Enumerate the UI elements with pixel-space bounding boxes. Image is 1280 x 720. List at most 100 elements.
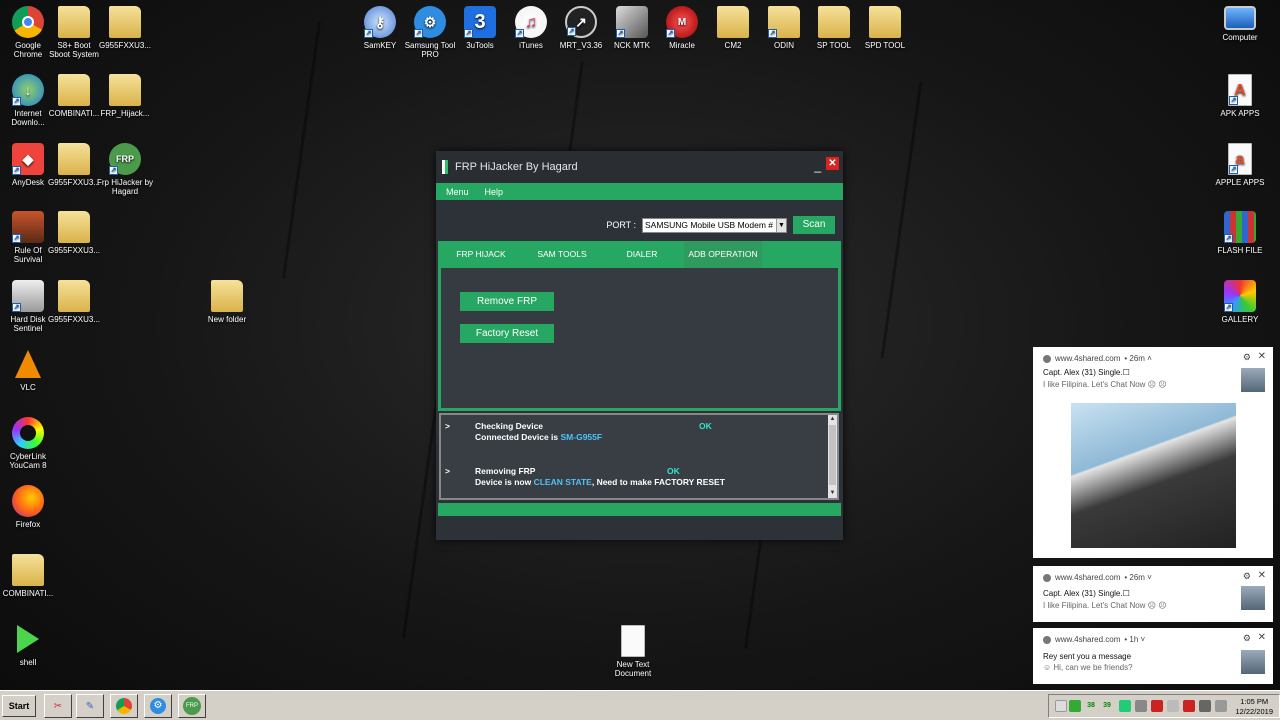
desktop-icon-miracle[interactable]: M ↗ Miracle xyxy=(654,6,710,50)
network-icon[interactable] xyxy=(1135,700,1147,712)
flash-file-icon: ↗ xyxy=(1224,211,1256,243)
desktop-icon-frp-hijack-folder[interactable]: FRP_Hijack... xyxy=(97,74,153,118)
desktop-icon-frp-hijacker[interactable]: FRP ↗ Frp HiJacker by Hagard xyxy=(97,143,153,196)
desktop-icon-itunes[interactable]: ♫ ↗ iTunes xyxy=(503,6,559,50)
taskbar-app-chrome[interactable] xyxy=(110,694,138,718)
monitor-icon[interactable] xyxy=(1215,700,1227,712)
gear-icon: ⚙ ↗ xyxy=(414,6,446,38)
window-titlebar[interactable]: FRP HiJacker By Hagard _ ✕ xyxy=(436,151,843,183)
desktop-icon-s8boot[interactable]: S8+ Boot Sboot System xyxy=(46,6,102,59)
desktop-icon-new-folder[interactable]: New folder xyxy=(199,280,255,324)
desktop-icon-g955-2[interactable]: G955FXXU3... xyxy=(46,143,102,187)
desktop-icon-label: G955FXXU3... xyxy=(47,178,101,187)
close-icon[interactable]: ✕ xyxy=(1258,632,1266,643)
log-output[interactable]: > Checking Device OK Connected Device is… xyxy=(439,413,839,500)
notification-source: www.4shared.com • 1h ˅ xyxy=(1043,635,1145,644)
taskbar-app-paint[interactable]: ✎ xyxy=(76,694,104,718)
dongle-icon: ↗ xyxy=(616,6,648,38)
desktop-icon-mrt[interactable]: ↗ ↗ MRT_V3.36 xyxy=(553,6,609,50)
close-icon[interactable]: ✕ xyxy=(1258,570,1266,581)
gear-icon[interactable]: ⚙ xyxy=(1243,352,1251,363)
device-state: CLEAN STATE xyxy=(533,477,592,487)
notification-card[interactable]: www.4shared.com • 26m ˅ ⚙ ✕ Capt. Alex (3… xyxy=(1033,566,1273,622)
volume-icon[interactable] xyxy=(1167,700,1179,712)
desktop-icon-nck-mtk[interactable]: ↗ NCK MTK xyxy=(604,6,660,50)
scrollbar-thumb[interactable] xyxy=(829,425,836,485)
notification-title: Capt. Alex (31) Single.☐ xyxy=(1043,368,1130,377)
close-icon[interactable]: ✕ xyxy=(1258,351,1266,362)
desktop-icon-firefox[interactable]: Firefox xyxy=(0,485,56,529)
desktop-icon-label: shell xyxy=(19,658,37,667)
scan-button[interactable]: Scan xyxy=(793,216,835,234)
desktop-icon-samkey[interactable]: ⚷ ↗ SamKEY xyxy=(352,6,408,50)
desktop-icon-label: Internet Downlo... xyxy=(11,109,45,127)
desktop-icon-3utools[interactable]: 3 ↗ 3uTools xyxy=(452,6,508,50)
desktop-icon-new-text-document[interactable]: New Text Document xyxy=(605,625,661,678)
play-arrow-icon xyxy=(12,623,44,655)
desktop-icon-label: Samsung Tool PRO xyxy=(404,41,456,59)
log-prompt: > xyxy=(445,421,450,431)
desktop-icon-g955-1[interactable]: G955FXXU3... xyxy=(97,6,153,50)
chevron-down-icon[interactable]: ▼ xyxy=(828,489,837,498)
remove-frp-button[interactable]: Remove FRP xyxy=(460,292,554,311)
usb-icon[interactable] xyxy=(1199,700,1211,712)
notification-image xyxy=(1071,403,1236,548)
port-select[interactable]: SAMSUNG Mobile USB Modem # ▼ xyxy=(642,217,787,233)
desktop-icon-youcam[interactable]: CyberLink YouCam 8 xyxy=(0,417,56,470)
taskbar-app-snipping[interactable]: ✂ xyxy=(44,694,72,718)
tab-sam-tools[interactable]: SAM TOOLS xyxy=(524,241,600,268)
desktop-icon-gallery[interactable]: ↗ GALLERY xyxy=(1212,280,1268,324)
frp-hijacker-icon: FRP xyxy=(183,697,201,715)
shield-icon[interactable] xyxy=(1119,700,1131,712)
desktop-icon-sp-tool[interactable]: SP TOOL xyxy=(806,6,862,50)
tray-counter[interactable]: 39 xyxy=(1101,700,1113,712)
antivirus-icon[interactable] xyxy=(1183,700,1195,712)
start-button[interactable]: Start xyxy=(2,695,36,717)
minimize-button[interactable]: _ xyxy=(814,159,821,173)
factory-reset-button[interactable]: Factory Reset xyxy=(460,324,554,343)
desktop-icon-g955-4[interactable]: G955FXXU3... xyxy=(46,280,102,324)
desktop-icon-label: iTunes xyxy=(519,41,543,50)
tab-dialer[interactable]: DIALER xyxy=(600,241,684,268)
menu-item-help[interactable]: Help xyxy=(477,187,512,197)
desktop-icon-label: G955FXXU3... xyxy=(98,41,152,50)
desktop-icon-computer[interactable]: Computer xyxy=(1212,6,1268,42)
menu-item-menu[interactable]: Menu xyxy=(438,187,477,197)
log-scrollbar[interactable]: ▲ ▼ xyxy=(828,415,837,498)
tab-frp-hijack[interactable]: FRP HIJACK xyxy=(438,241,524,268)
clock[interactable]: 1:05 PM 12/22/2019 xyxy=(1235,697,1273,717)
desktop-icon-combinati-2[interactable]: COMBINATI... xyxy=(0,554,56,598)
chevron-down-icon[interactable]: ▼ xyxy=(776,218,786,232)
folder-icon xyxy=(58,280,90,312)
desktop-icon-odin[interactable]: ↗ ODIN xyxy=(756,6,812,50)
anydesk-icon: ◆ ↗ xyxy=(12,143,44,175)
chevron-up-icon[interactable]: ▲ xyxy=(828,415,837,424)
desktop-icon-shell[interactable]: shell xyxy=(0,623,56,667)
desktop-icon-label: New folder xyxy=(207,315,247,324)
desktop-icon-g955-3[interactable]: G955FXXU3... xyxy=(46,211,102,255)
taskbar-app-frp-hijacker[interactable]: FRP xyxy=(178,694,206,718)
desktop-icon-cm2[interactable]: CM2 xyxy=(705,6,761,50)
desktop-icon-combinati-1[interactable]: COMBINATI... xyxy=(46,74,102,118)
tray-counter[interactable]: 38 xyxy=(1085,700,1097,712)
close-button[interactable]: ✕ xyxy=(826,157,839,170)
desktop-icon-apple-apps[interactable]: a ↗ APPLE APPS xyxy=(1212,143,1268,187)
tab-adb-operation[interactable]: ADB OPERATION xyxy=(684,241,762,268)
browser-icon xyxy=(1043,354,1051,363)
desktop-icon-samsung-tool[interactable]: ⚙ ↗ Samsung Tool PRO xyxy=(402,6,458,59)
gear-icon[interactable]: ⚙ xyxy=(1243,633,1251,644)
tray-icon[interactable] xyxy=(1055,700,1067,712)
gear-icon[interactable]: ⚙ xyxy=(1243,571,1251,582)
desktop-icon-vlc[interactable]: VLC xyxy=(0,348,56,392)
desktop-icon-label: APK APPS xyxy=(1220,109,1260,118)
taskbar-app-samsung-tool[interactable]: ⚙ xyxy=(144,694,172,718)
desktop-icon-flash-file[interactable]: ↗ FLASH FILE xyxy=(1212,211,1268,255)
notification-card[interactable]: www.4shared.com • 26m ˄ ⚙ ✕ Capt. Alex (3… xyxy=(1033,347,1273,558)
desktop-icon-spd-tool[interactable]: SPD TOOL xyxy=(857,6,913,50)
alert-icon[interactable] xyxy=(1151,700,1163,712)
3utools-icon: 3 ↗ xyxy=(464,6,496,38)
app-logo-icon xyxy=(442,160,448,174)
desktop-icon-apk-apps[interactable]: A ↗ APK APPS xyxy=(1212,74,1268,118)
battery-icon[interactable] xyxy=(1069,700,1081,712)
notification-card[interactable]: www.4shared.com • 1h ˅ ⚙ ✕ Rey sent you a… xyxy=(1033,628,1273,684)
